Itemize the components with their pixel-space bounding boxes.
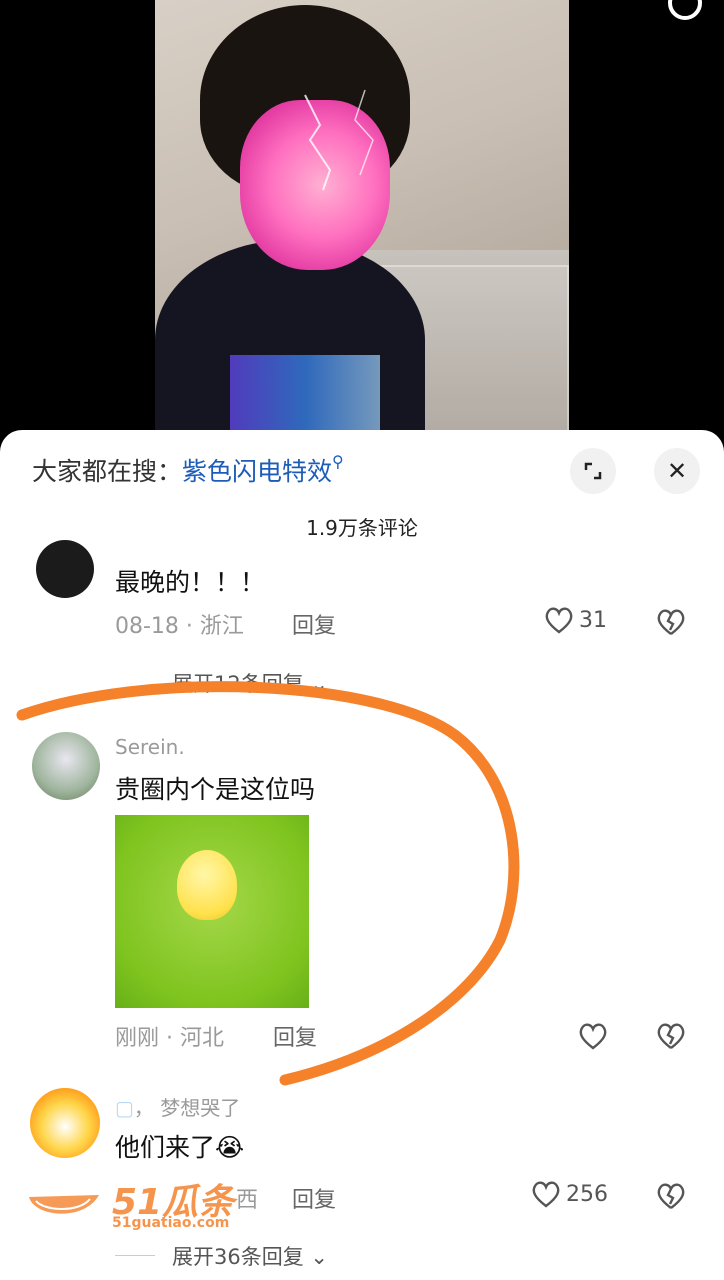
reply-button[interactable]: 回复 [292, 608, 336, 640]
reply-button[interactable]: 回复 [273, 1020, 317, 1052]
like-button[interactable]: 31 [543, 606, 607, 634]
expand-icon [584, 462, 602, 480]
avatar[interactable] [32, 732, 100, 800]
crying-emoji: 😭 [215, 1133, 245, 1162]
video-frame [155, 0, 569, 440]
comment-text: 他们来了😭 [115, 1133, 245, 1162]
avatar[interactable] [36, 540, 94, 598]
watermelon-logo-icon [29, 1195, 99, 1214]
heart-icon[interactable] [577, 1022, 609, 1050]
expand-fullscreen-button[interactable] [570, 448, 616, 494]
comment-date: 刚刚 · 河北 [115, 1026, 225, 1051]
search-keyword[interactable]: 紫色闪电特效 [182, 457, 332, 486]
reply-button[interactable]: 回复 [292, 1182, 336, 1214]
close-icon: ✕ [666, 457, 688, 485]
like-count: 31 [579, 607, 607, 633]
search-suggestion[interactable]: 大家都在搜：紫色闪电特效⚲ [32, 452, 344, 488]
close-button[interactable]: ✕ [654, 448, 700, 494]
comment-count: 1.9万条评论 [306, 516, 418, 540]
search-icon: ⚲ [332, 452, 344, 471]
avatar[interactable] [30, 1088, 100, 1158]
sticker-image[interactable] [115, 815, 309, 1008]
username[interactable]: ▢， 梦想哭了 [115, 1092, 240, 1121]
like-count: 256 [566, 1181, 608, 1207]
like-button[interactable]: 256 [530, 1180, 608, 1208]
search-prefix: 大家都在搜： [32, 457, 183, 486]
comment-text: 贵圈内个是这位吗 [115, 775, 316, 804]
dislike-icon[interactable] [655, 1182, 687, 1210]
ice-icon: ▢ [115, 1096, 134, 1120]
search-icon[interactable] [668, 0, 702, 20]
watermark-url: 51guatiao.com [112, 1215, 230, 1231]
chevron-down-icon: ⌄ [310, 672, 329, 696]
comment-sheet: 大家都在搜：紫色闪电特效⚲ ✕ 1.9万条评论 最晚的！！！ 08-18 · 浙… [0, 430, 724, 1280]
video-player[interactable] [0, 0, 724, 440]
comment-date: 08-18 · 浙江 [115, 614, 244, 639]
expand-replies-button[interactable]: 展开36条回复 ⌄ [172, 1241, 328, 1271]
divider [115, 1255, 155, 1256]
dislike-icon[interactable] [655, 1022, 687, 1050]
chevron-down-icon: ⌄ [310, 1245, 329, 1269]
heart-icon [532, 1181, 560, 1208]
dislike-icon[interactable] [655, 608, 687, 636]
lightning-effect [304, 89, 374, 191]
username[interactable]: Serein. [115, 735, 185, 759]
expand-replies-button[interactable]: 展开12条回复 ⌄ [172, 668, 328, 698]
heart-icon [545, 607, 573, 634]
watermark-logo: 51瓜条 51guatiao.com [24, 1175, 259, 1235]
duck-sticker [177, 850, 237, 920]
comment-text: 最晚的！！！ [115, 568, 266, 597]
